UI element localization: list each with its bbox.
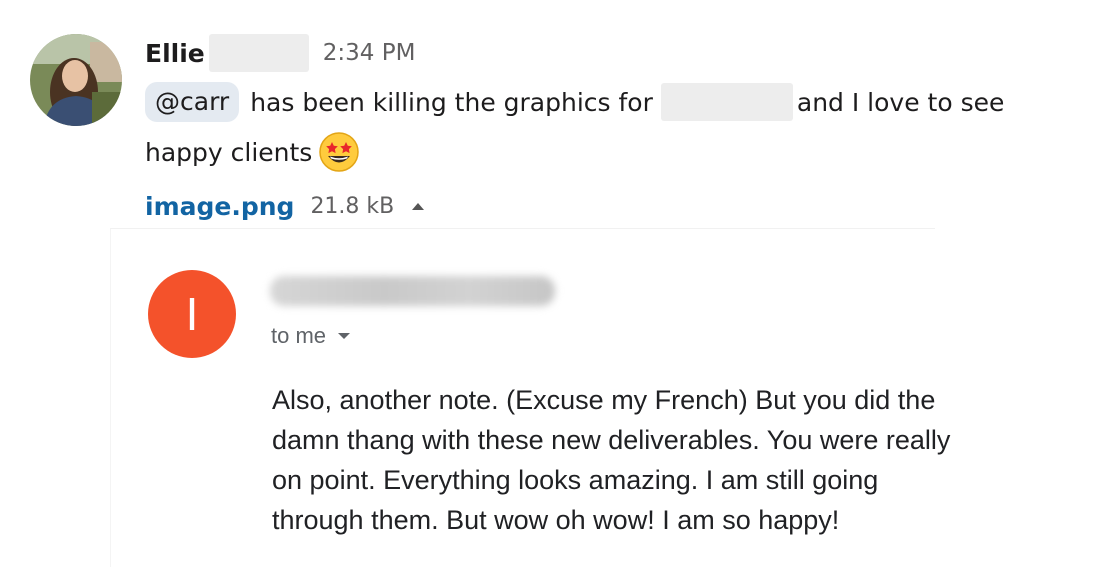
user-photo-icon bbox=[30, 34, 122, 126]
sender-initial: I bbox=[185, 288, 199, 340]
message-text-part: has been killing the graphics for bbox=[250, 87, 653, 117]
attachment-file-link[interactable]: image.png bbox=[145, 192, 294, 221]
collapse-caret-icon[interactable] bbox=[412, 202, 425, 210]
redacted-client-name bbox=[660, 83, 793, 121]
email-sender-avatar: I bbox=[148, 270, 236, 358]
user-avatar[interactable] bbox=[30, 34, 122, 126]
email-body-text: Also, another note. (Excuse my French) B… bbox=[272, 385, 951, 535]
attachment-file-size: 21.8 kB bbox=[310, 193, 395, 219]
star-struck-emoji-icon[interactable] bbox=[318, 131, 360, 173]
email-recipient-line: to me bbox=[271, 318, 351, 354]
sender-name[interactable]: Ellie bbox=[145, 39, 205, 68]
redacted-surname bbox=[208, 34, 309, 72]
user-mention[interactable]: @carr bbox=[145, 82, 240, 122]
redacted-email-sender-name bbox=[270, 276, 555, 306]
recipient-label: to me bbox=[271, 323, 327, 348]
message-text-line: @carr has been killing the graphics for … bbox=[145, 80, 1004, 124]
message-header: Ellie 2:34 PM bbox=[145, 33, 415, 73]
message-text-part: happy clients bbox=[145, 137, 313, 167]
message-text-part: and I love to see bbox=[796, 87, 1005, 117]
recipient-details-caret-icon bbox=[338, 333, 351, 339]
attachment-header: image.png 21.8 kB bbox=[145, 186, 425, 226]
message-text-line: happy clients bbox=[145, 130, 360, 174]
message-timestamp[interactable]: 2:34 PM bbox=[323, 40, 416, 66]
